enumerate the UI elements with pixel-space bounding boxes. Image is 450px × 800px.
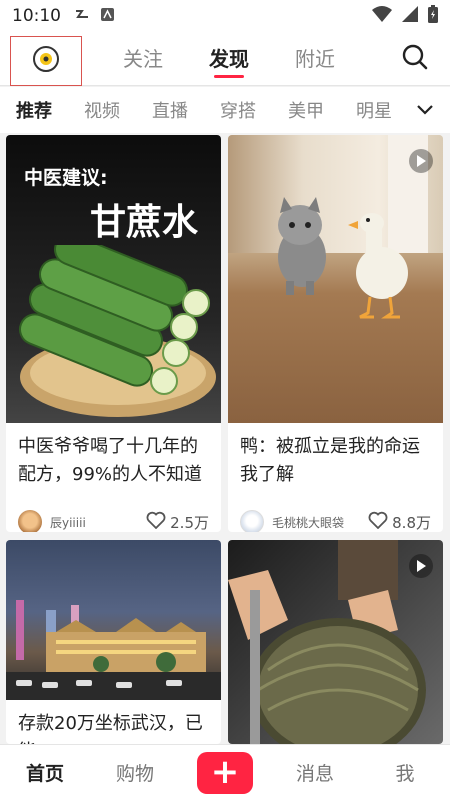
search-icon	[401, 43, 429, 75]
overlay-caption: 中医建议:	[24, 167, 108, 189]
tab-nearby[interactable]: 附近	[272, 32, 358, 86]
nav-me[interactable]: 我	[360, 759, 450, 786]
card-image[interactable]	[6, 540, 221, 700]
heart-icon	[368, 511, 388, 532]
feed-card[interactable]	[228, 540, 443, 744]
battery-icon	[428, 4, 438, 28]
nav-home[interactable]: 首页	[0, 759, 90, 786]
card-title[interactable]: 存款20万坐标武汉，已能...	[6, 700, 221, 744]
publish-button[interactable]: +	[180, 751, 270, 794]
tab-discover[interactable]: 发现	[186, 32, 272, 86]
cat-illustration	[278, 197, 326, 295]
chevron-down-icon	[416, 101, 434, 120]
menu-icon	[31, 44, 61, 78]
category-live[interactable]: 直播	[152, 97, 188, 123]
top-nav: 关注 发现 附近	[0, 32, 450, 86]
avatar[interactable]	[18, 510, 42, 532]
category-outfit[interactable]: 穿搭	[220, 97, 256, 123]
like-count: 2.5万	[170, 513, 209, 532]
bottom-nav: 首页 购物 + 消息 我	[0, 744, 450, 800]
duck-illustration	[348, 213, 408, 319]
feed-card[interactable]: 中医建议: 甘蔗水 中医爷爷喝了十几年的配方，99%的人不知道 辰yiiiii	[6, 135, 221, 532]
card-meta: 毛桃桃大眼袋 8.8万	[228, 491, 443, 532]
card-title[interactable]: 中医爷爷喝了十几年的配方，99%的人不知道	[6, 423, 221, 491]
overlay-headline: 甘蔗水	[90, 202, 199, 243]
menu-button[interactable]	[10, 36, 82, 86]
feed-card[interactable]: 存款20万坐标武汉，已能...	[6, 540, 221, 744]
card-meta: 辰yiiiii 2.5万	[6, 491, 221, 532]
category-expand-button[interactable]	[412, 97, 438, 123]
city-illustration	[6, 600, 221, 700]
author-name[interactable]: 辰yiiiii	[50, 514, 146, 531]
notification-icon	[75, 7, 91, 25]
status-time: 10:10	[12, 6, 61, 26]
nav-shop[interactable]: 购物	[90, 759, 180, 786]
card-image[interactable]	[228, 540, 443, 744]
plus-icon: +	[197, 751, 253, 794]
play-icon	[416, 557, 426, 576]
feed-card[interactable]: 鸭：被孤立是我的命运我了解 毛桃桃大眼袋 8.8万	[228, 135, 443, 532]
heart-icon	[146, 511, 166, 532]
app-notification-icon	[101, 7, 114, 25]
play-icon	[416, 152, 426, 171]
tab-following[interactable]: 关注	[100, 32, 186, 86]
category-recommend[interactable]: 推荐	[16, 97, 52, 123]
author-name[interactable]: 毛桃桃大眼袋	[272, 514, 368, 531]
like-button[interactable]: 2.5万	[146, 511, 209, 532]
like-count: 8.8万	[392, 513, 431, 532]
card-image[interactable]: 中医建议: 甘蔗水	[6, 135, 221, 423]
avatar[interactable]	[240, 510, 264, 532]
nav-messages[interactable]: 消息	[270, 759, 360, 786]
wifi-icon	[372, 5, 392, 27]
category-celebrity[interactable]: 明星	[356, 97, 392, 123]
category-video[interactable]: 视频	[84, 97, 120, 123]
status-bar: 10:10	[0, 0, 450, 32]
top-tabs: 关注 发现 附近	[100, 32, 358, 86]
sugarcane-illustration	[19, 245, 216, 417]
video-indicator	[409, 554, 433, 578]
search-button[interactable]	[398, 42, 432, 76]
video-indicator	[409, 149, 433, 173]
like-button[interactable]: 8.8万	[368, 511, 431, 532]
signal-icon	[402, 5, 418, 27]
card-title[interactable]: 鸭：被孤立是我的命运我了解	[228, 423, 443, 491]
card-image[interactable]	[228, 135, 443, 423]
category-nails[interactable]: 美甲	[288, 97, 324, 123]
category-bar: 推荐 视频 直播 穿搭 美甲 明星	[0, 87, 450, 133]
